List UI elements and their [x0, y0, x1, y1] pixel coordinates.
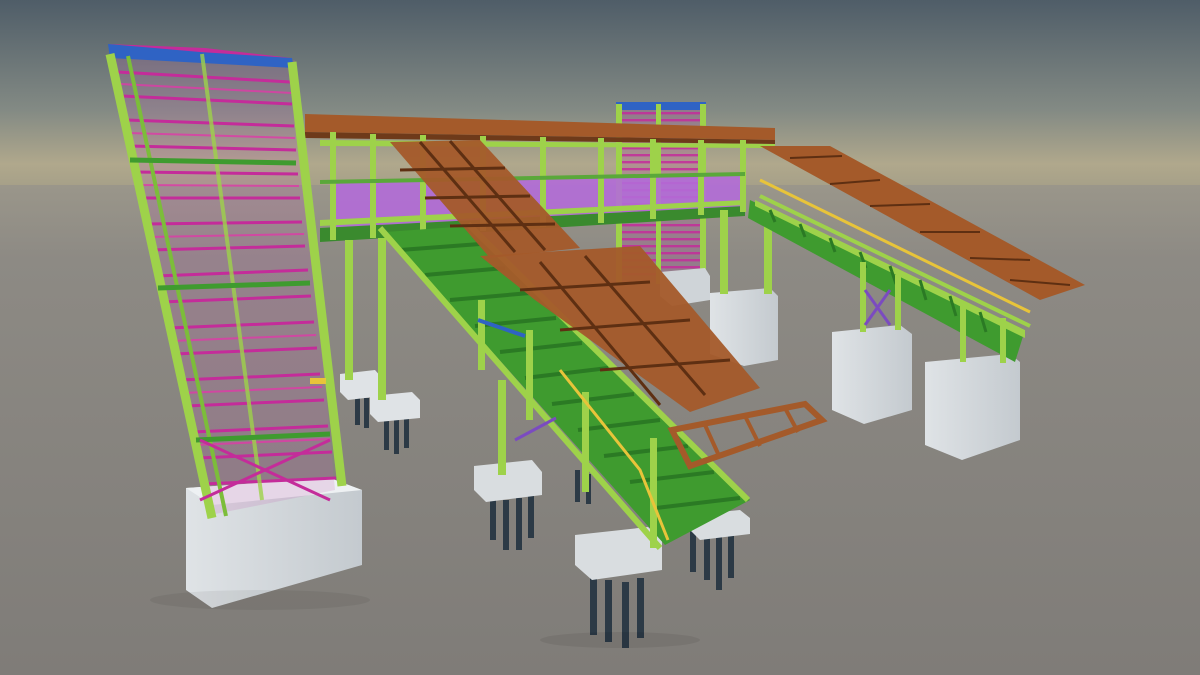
footbridge-steel-model-render: [0, 0, 1200, 675]
3d-viewport[interactable]: [0, 0, 1200, 675]
ground-shadow: [540, 632, 700, 648]
ground-shadow: [150, 590, 370, 610]
